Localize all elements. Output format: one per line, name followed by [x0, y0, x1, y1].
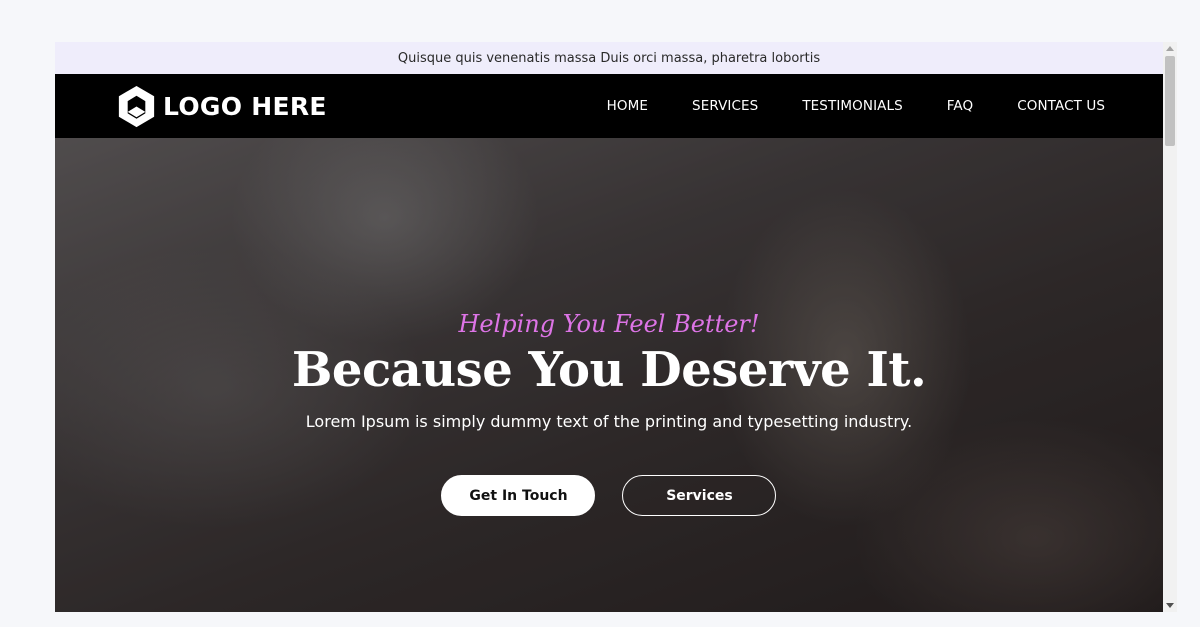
get-in-touch-button[interactable]: Get In Touch: [441, 475, 596, 516]
nav-item-testimonials[interactable]: TESTIMONIALS: [802, 98, 902, 114]
hero-subtext: Lorem Ipsum is simply dummy text of the …: [305, 412, 913, 431]
nav-item-faq[interactable]: FAQ: [947, 98, 973, 114]
announcement-bar: Quisque quis venenatis massa Duis orci m…: [55, 42, 1163, 74]
site-header: LOGO HERE HOME SERVICES TESTIMONIALS FAQ…: [55, 74, 1163, 138]
hero-content: Helping You Feel Better! Because You Des…: [291, 310, 927, 516]
site-logo[interactable]: LOGO HERE: [113, 83, 327, 130]
hero-tagline: Helping You Feel Better!: [458, 310, 760, 338]
hero-section: Helping You Feel Better! Because You Des…: [55, 138, 1163, 612]
announcement-text: Quisque quis venenatis massa Duis orci m…: [397, 50, 821, 66]
hexagon-logo-icon: [118, 85, 155, 127]
hero-buttons: Get In Touch Services: [441, 475, 777, 516]
browser-viewport: Quisque quis venenatis massa Duis orci m…: [55, 42, 1163, 612]
main-nav: HOME SERVICES TESTIMONIALS FAQ CONTACT U…: [563, 98, 1105, 114]
nav-item-services[interactable]: SERVICES: [692, 98, 758, 114]
logo-text: LOGO HERE: [163, 91, 327, 121]
scroll-thumb[interactable]: [1165, 56, 1175, 146]
scroll-up-icon[interactable]: [1166, 46, 1174, 51]
services-button[interactable]: Services: [622, 475, 777, 516]
vertical-scrollbar[interactable]: [1163, 42, 1177, 612]
nav-item-home[interactable]: HOME: [607, 98, 648, 114]
scroll-down-icon[interactable]: [1166, 603, 1174, 608]
hero-headline: Because You Deserve It.: [291, 342, 927, 398]
nav-item-contact-us[interactable]: CONTACT US: [1017, 98, 1105, 114]
